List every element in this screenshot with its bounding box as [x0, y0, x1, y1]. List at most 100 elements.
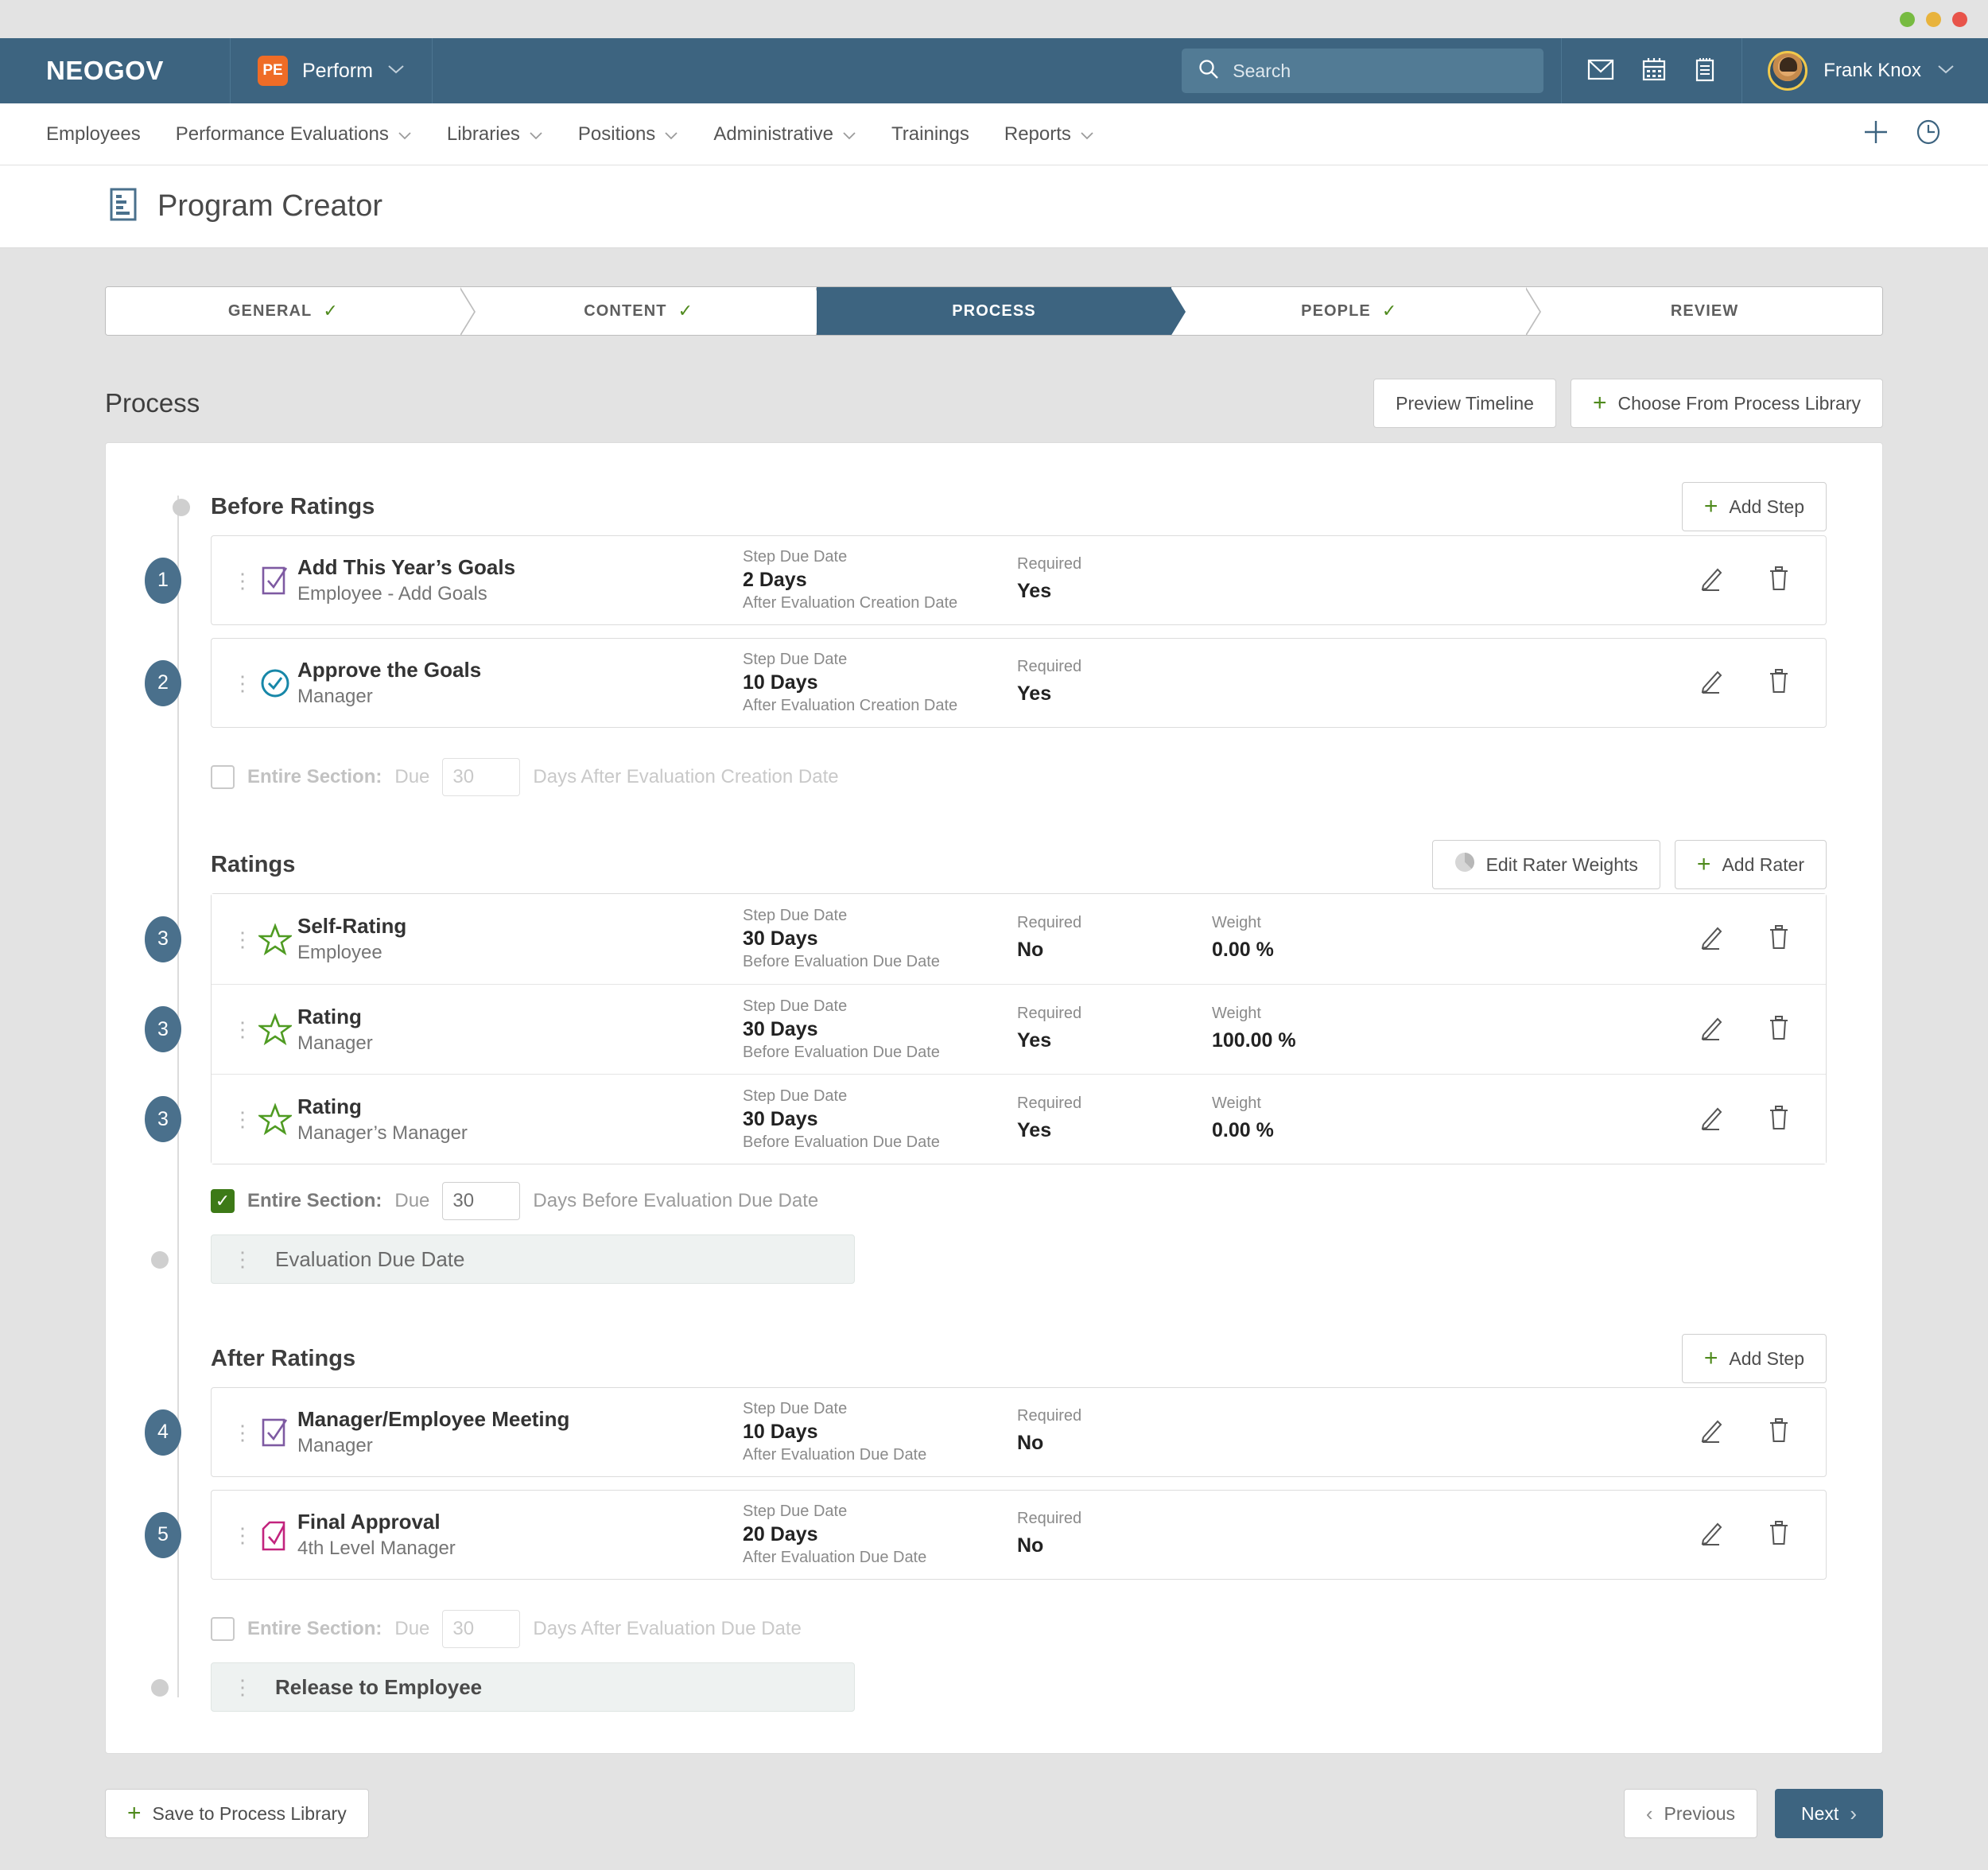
entire-section-checkbox[interactable] [211, 765, 235, 789]
search-input[interactable] [1233, 60, 1528, 82]
table-row[interactable]: 1 ⋮ Add This Year’s Goals Employee - Add… [145, 535, 1827, 625]
neogov-logo[interactable]: NEOGOV [0, 38, 231, 103]
drag-handle-icon[interactable]: ⋮ [232, 1677, 253, 1697]
document-lines-icon [110, 188, 137, 225]
drag-handle-icon[interactable]: ⋮ [232, 1525, 253, 1545]
drag-handle-icon[interactable]: ⋮ [232, 1249, 253, 1269]
envelope-icon[interactable] [1587, 57, 1614, 85]
edit-pencil-icon[interactable] [1699, 1104, 1726, 1135]
choose-from-process-library-button[interactable]: + Choose From Process Library [1570, 379, 1883, 428]
edit-pencil-icon[interactable] [1699, 565, 1726, 596]
table-row[interactable]: 5 ⋮ Final Approval 4th Level Manager Ste… [145, 1490, 1827, 1580]
table-row[interactable]: 3 ⋮ Rating Manager’s Manager Step Due Da… [145, 1074, 1826, 1164]
entire-section-days-input[interactable] [442, 1610, 521, 1648]
preview-timeline-button[interactable]: Preview Timeline [1373, 379, 1556, 428]
chevron-down-icon [1080, 123, 1094, 146]
drag-handle-icon[interactable]: ⋮ [232, 673, 253, 694]
previous-button[interactable]: ‹ Previous [1623, 1789, 1758, 1838]
section-actions: + Add Step [1681, 482, 1827, 531]
drag-handle-icon[interactable]: ⋮ [232, 570, 253, 591]
edit-pencil-icon[interactable] [1699, 1519, 1726, 1550]
drag-handle-icon[interactable]: ⋮ [232, 1019, 253, 1040]
button-label: Add Step [1729, 496, 1804, 517]
drag-handle-icon[interactable]: ⋮ [232, 1109, 253, 1129]
delete-trash-icon[interactable] [1767, 565, 1791, 596]
notepad-icon[interactable] [1694, 56, 1716, 86]
weight-value: 0.00 % [1212, 1118, 1274, 1141]
required-value: Yes [1017, 682, 1052, 705]
calendar-icon[interactable] [1641, 56, 1667, 86]
step-info: Approve the Goals Manager [297, 658, 743, 708]
table-row[interactable]: 3 ⋮ Rating Manager Step Due Date 30 Days [145, 984, 1826, 1074]
add-step-button[interactable]: + Add Step [1681, 482, 1827, 531]
delete-trash-icon[interactable] [1767, 1417, 1791, 1448]
edit-pencil-icon[interactable] [1699, 1417, 1726, 1448]
due-date-reference: After Evaluation Creation Date [743, 594, 958, 612]
milestone-evaluation-due-date[interactable]: ⋮ Evaluation Due Date [151, 1234, 855, 1284]
subnav-item-administrative[interactable]: Administrative [713, 123, 856, 146]
delete-trash-icon[interactable] [1767, 667, 1791, 698]
plus-icon[interactable] [1862, 119, 1889, 150]
add-step-button[interactable]: + Add Step [1681, 1334, 1827, 1383]
entire-section-days-input[interactable] [442, 1182, 521, 1220]
due-date-label: Step Due Date [743, 1087, 848, 1105]
step-role: Employee [297, 942, 382, 963]
due-date-reference: Before Evaluation Due Date [743, 1043, 940, 1061]
table-row[interactable]: 4 ⋮ Manager/Employee Meeting Manager Ste… [145, 1387, 1827, 1477]
add-rater-button[interactable]: + Add Rater [1674, 840, 1827, 889]
subnav-item-employees[interactable]: Employees [46, 123, 141, 146]
wizard-step-content[interactable]: CONTENT ✓ [460, 287, 831, 335]
entire-section-reference: Days Before Evaluation Due Date [533, 1190, 819, 1211]
delete-trash-icon[interactable] [1767, 1014, 1791, 1045]
milestone-release-to-employee[interactable]: ⋮ Release to Employee [151, 1662, 855, 1712]
required-value: Yes [1017, 1118, 1052, 1141]
user-name-label: Frank Knox [1823, 60, 1921, 81]
chevron-down-icon [398, 123, 412, 146]
search-box[interactable] [1182, 49, 1544, 93]
entire-section-days-input[interactable] [442, 758, 521, 796]
subnav-item-trainings[interactable]: Trainings [891, 123, 969, 146]
subnav-label: Administrative [713, 122, 834, 145]
step-weight-column: Weight 0.00 % [1212, 1094, 1383, 1145]
save-to-process-library-button[interactable]: + Save to Process Library [105, 1789, 369, 1838]
edit-pencil-icon[interactable] [1699, 667, 1726, 698]
edit-pencil-icon[interactable] [1699, 1014, 1726, 1045]
app-switcher[interactable]: PE Perform [231, 38, 433, 103]
step-number-badge: 3 [145, 1096, 181, 1142]
step-name: Manager/Employee Meeting [297, 1407, 570, 1431]
step-due-date-column: Step Due Date 30 Days Before Evaluation … [743, 907, 1017, 971]
subnav-item-positions[interactable]: Positions [578, 123, 678, 146]
edit-rater-weights-button[interactable]: Edit Rater Weights [1431, 840, 1660, 889]
window-maximize-dot[interactable] [1926, 11, 1941, 27]
subnav-item-libraries[interactable]: Libraries [447, 123, 543, 146]
delete-trash-icon[interactable] [1767, 1104, 1791, 1135]
clock-icon[interactable] [1915, 119, 1942, 150]
delete-trash-icon[interactable] [1767, 1519, 1791, 1550]
process-header-actions: Preview Timeline + Choose From Process L… [1373, 379, 1883, 428]
drag-handle-icon[interactable]: ⋮ [232, 1422, 253, 1443]
subnav-item-performance-evaluations[interactable]: Performance Evaluations [176, 123, 412, 146]
step-required-column: Required No [1017, 1407, 1212, 1457]
next-button[interactable]: Next › [1775, 1789, 1883, 1838]
wizard-step-review[interactable]: REVIEW [1527, 287, 1882, 335]
subnav-item-reports[interactable]: Reports [1004, 123, 1094, 146]
section-header: Ratings Edit Rater Weights + Add Rater [161, 836, 1827, 893]
table-row[interactable]: 3 ⋮ Self-Rating Employee Step Due Date 3… [145, 894, 1826, 984]
step-role: Manager [297, 1032, 373, 1054]
drag-handle-icon[interactable]: ⋮ [232, 929, 253, 950]
table-row[interactable]: 2 ⋮ Approve the Goals Manager Step Due D… [145, 638, 1827, 728]
user-menu[interactable]: Frank Knox [1742, 38, 1988, 103]
edit-pencil-icon[interactable] [1699, 923, 1726, 954]
search-area [1182, 38, 1563, 103]
entire-section-checkbox[interactable] [211, 1189, 235, 1213]
window-minimize-dot[interactable] [1900, 11, 1915, 27]
entire-section-checkbox[interactable] [211, 1617, 235, 1641]
window-close-dot[interactable] [1952, 11, 1967, 27]
delete-trash-icon[interactable] [1767, 923, 1791, 954]
section-header: After Ratings + Add Step [161, 1330, 1827, 1387]
wizard-step-process[interactable]: PROCESS [816, 287, 1186, 335]
wizard-step-general[interactable]: GENERAL ✓ [106, 287, 476, 335]
pie-chart-icon [1454, 852, 1475, 877]
wizard-step-people[interactable]: PEOPLE ✓ [1171, 287, 1541, 335]
